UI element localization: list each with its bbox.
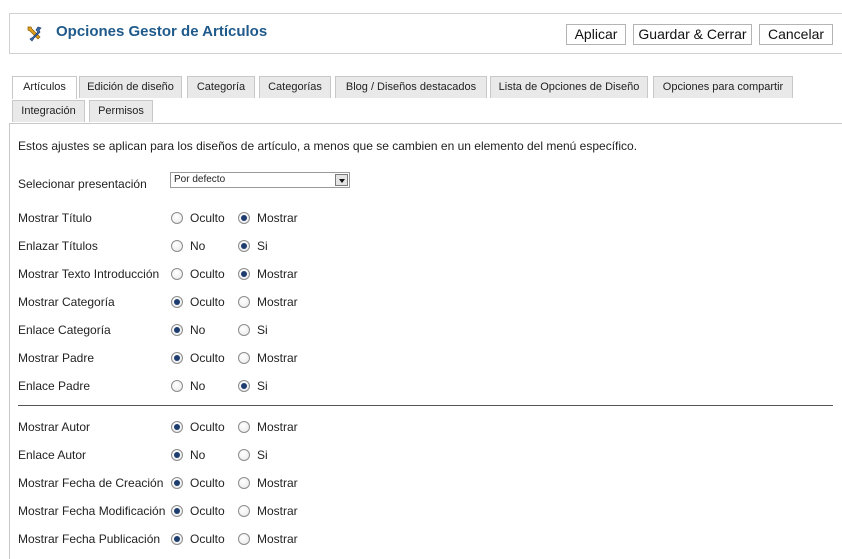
layout-select[interactable]: Por defecto (170, 172, 350, 188)
radio-mostrar[interactable] (238, 212, 250, 224)
option-row-enlazar-titulos: Enlazar Títulos No Si (18, 236, 838, 256)
radio-label-si[interactable]: Si (257, 323, 268, 337)
layout-select-value: Por defecto (174, 174, 226, 185)
radio-oculto[interactable] (171, 505, 183, 517)
radio-oculto[interactable] (171, 533, 183, 545)
tab-integracion[interactable]: Integración (12, 100, 85, 122)
tools-icon (24, 24, 44, 44)
radio-si[interactable] (238, 240, 250, 252)
radio-label-no[interactable]: No (190, 323, 205, 337)
option-label: Mostrar Fecha Publicación (18, 532, 161, 546)
radio-label-mostrar[interactable]: Mostrar (257, 211, 298, 225)
radio-label-oculto[interactable]: Oculto (190, 532, 225, 546)
radio-label-si[interactable]: Si (257, 379, 268, 393)
radio-label-oculto[interactable]: Oculto (190, 476, 225, 490)
option-label: Enlace Padre (18, 379, 91, 393)
radio-oculto[interactable] (171, 268, 183, 280)
radio-oculto[interactable] (171, 421, 183, 433)
radio-label-mostrar[interactable]: Mostrar (257, 504, 298, 518)
tab-edicion-diseno[interactable]: Edición de diseño (79, 76, 182, 98)
radio-mostrar[interactable] (238, 533, 250, 545)
radio-no[interactable] (171, 324, 183, 336)
radio-mostrar[interactable] (238, 477, 250, 489)
radio-no[interactable] (171, 240, 183, 252)
option-label: Enlace Categoría (18, 323, 111, 337)
radio-mostrar[interactable] (238, 505, 250, 517)
tab-lista-opciones[interactable]: Lista de Opciones de Diseño (490, 76, 648, 98)
option-label: Mostrar Título (18, 211, 92, 225)
radio-si[interactable] (238, 324, 250, 336)
page-title: Opciones Gestor de Artículos (56, 23, 268, 40)
option-row-mostrar-padre: Mostrar Padre Oculto Mostrar (18, 348, 838, 368)
radio-label-mostrar[interactable]: Mostrar (257, 532, 298, 546)
option-row-enlace-padre: Enlace Padre No Si (18, 376, 838, 396)
radio-oculto[interactable] (171, 212, 183, 224)
option-label: Mostrar Categoría (18, 295, 115, 309)
save-close-button[interactable]: Guardar & Cerrar (633, 24, 752, 45)
radio-label-no[interactable]: No (190, 379, 205, 393)
radio-label-oculto[interactable]: Oculto (190, 267, 225, 281)
radio-label-mostrar[interactable]: Mostrar (257, 351, 298, 365)
option-row-mostrar-texto-introduccion: Mostrar Texto Introducción Oculto Mostrar (18, 264, 838, 284)
layout-select-label: Selecionar presentación (18, 177, 147, 191)
radio-label-mostrar[interactable]: Mostrar (257, 476, 298, 490)
option-label: Mostrar Autor (18, 420, 91, 434)
option-label: Enlace Autor (18, 448, 87, 462)
radio-mostrar[interactable] (238, 296, 250, 308)
apply-button[interactable]: Aplicar (566, 24, 626, 45)
radio-label-oculto[interactable]: Oculto (190, 504, 225, 518)
tab-categoria[interactable]: Categoría (187, 76, 255, 98)
radio-mostrar[interactable] (238, 352, 250, 364)
option-row-mostrar-categoria: Mostrar Categoría Oculto Mostrar (18, 292, 838, 312)
option-row-mostrar-fecha-publicacion: Mostrar Fecha Publicación Oculto Mostrar (18, 529, 838, 549)
radio-label-oculto[interactable]: Oculto (190, 295, 225, 309)
radio-label-si[interactable]: Si (257, 239, 268, 253)
radio-label-si[interactable]: Si (257, 448, 268, 462)
radio-oculto[interactable] (171, 477, 183, 489)
cancel-button[interactable]: Cancelar (759, 24, 833, 45)
radio-label-no[interactable]: No (190, 448, 205, 462)
radio-label-mostrar[interactable]: Mostrar (257, 420, 298, 434)
tab-articulos[interactable]: Artículos (12, 76, 77, 99)
radio-si[interactable] (238, 380, 250, 392)
radio-mostrar[interactable] (238, 268, 250, 280)
radio-label-mostrar[interactable]: Mostrar (257, 267, 298, 281)
option-row-mostrar-autor: Mostrar Autor Oculto Mostrar (18, 417, 838, 437)
option-label: Mostrar Fecha Modificación (18, 504, 166, 518)
option-label: Mostrar Padre (18, 351, 95, 365)
tab-categorias[interactable]: Categorías (259, 76, 331, 98)
option-row-mostrar-fecha-modificacion: Mostrar Fecha Modificación Oculto Mostrar (18, 501, 838, 521)
radio-si[interactable] (238, 449, 250, 461)
option-row-mostrar-titulo: Mostrar Título Oculto Mostrar (18, 208, 838, 228)
chevron-down-icon[interactable] (335, 174, 348, 186)
radio-no[interactable] (171, 380, 183, 392)
radio-label-mostrar[interactable]: Mostrar (257, 295, 298, 309)
toolbar-header: Opciones Gestor de Artículos Aplicar Gua… (9, 13, 842, 54)
option-label: Mostrar Texto Introducción (18, 267, 160, 281)
radio-label-oculto[interactable]: Oculto (190, 351, 225, 365)
option-label: Mostrar Fecha de Creación (18, 476, 164, 490)
tab-blog-disenos[interactable]: Blog / Diseños destacados (335, 76, 487, 98)
option-row-enlace-autor: Enlace Autor No Si (18, 445, 838, 465)
option-row-mostrar-fecha-de-creacion: Mostrar Fecha de Creación Oculto Mostrar (18, 473, 838, 493)
radio-no[interactable] (171, 449, 183, 461)
section-divider (18, 405, 833, 406)
radio-label-oculto[interactable]: Oculto (190, 211, 225, 225)
radio-label-oculto[interactable]: Oculto (190, 420, 225, 434)
radio-mostrar[interactable] (238, 421, 250, 433)
tab-compartir[interactable]: Opciones para compartir (653, 76, 793, 98)
radio-oculto[interactable] (171, 296, 183, 308)
option-label: Enlazar Títulos (18, 239, 98, 253)
option-row-enlace-categoria: Enlace Categoría No Si (18, 320, 838, 340)
panel-description: Estos ajustes se aplican para los diseño… (18, 139, 638, 153)
radio-oculto[interactable] (171, 352, 183, 364)
tab-permisos[interactable]: Permisos (89, 100, 153, 122)
radio-label-no[interactable]: No (190, 239, 205, 253)
